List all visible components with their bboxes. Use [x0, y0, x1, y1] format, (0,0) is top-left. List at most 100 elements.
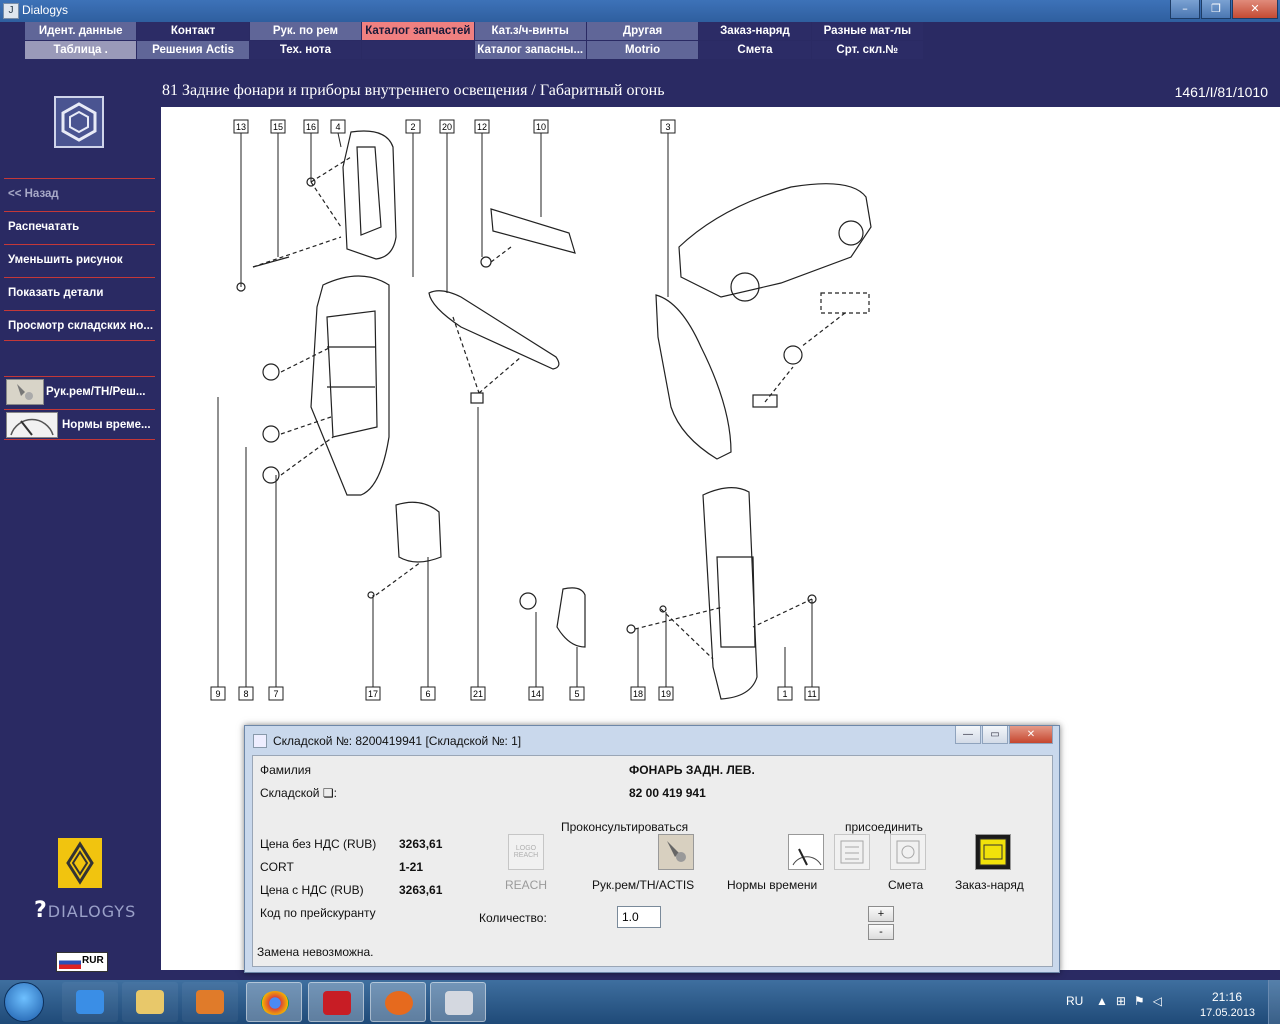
callout-label-10[interactable]: 10	[536, 122, 546, 132]
quantity-label: Количество:	[479, 911, 547, 925]
work-order-button[interactable]	[975, 834, 1011, 870]
menu-work-order[interactable]: Заказ-наряд	[699, 22, 811, 40]
taskbar-explorer[interactable]	[122, 982, 178, 1022]
estimate-label: Смета	[888, 878, 924, 892]
menu-other[interactable]: Другая	[586, 22, 699, 40]
estimate-button[interactable]	[890, 834, 926, 870]
attach-part-button[interactable]	[834, 834, 870, 870]
media-player-icon	[196, 990, 224, 1014]
price-gross-label: Цена с НДС (RUB)	[260, 883, 364, 897]
menu-repair-manual[interactable]: Рук. по рем	[249, 22, 362, 40]
taskbar-firefox[interactable]	[370, 982, 426, 1022]
callout-label-1[interactable]: 1	[782, 689, 787, 699]
taskbar-kaspersky[interactable]	[308, 982, 364, 1022]
callout-label-6[interactable]: 6	[425, 689, 430, 699]
sidebar: << Назад Распечатать Уменьшить рисунок П…	[0, 60, 160, 980]
taskbar-java[interactable]	[430, 982, 486, 1022]
quantity-minus-button[interactable]: -	[868, 924, 894, 940]
callout-label-14[interactable]: 14	[531, 689, 541, 699]
callout-label-9[interactable]: 9	[215, 689, 220, 699]
currency-flag[interactable]: RUR	[56, 952, 108, 972]
lamp-housing-small	[342, 130, 397, 260]
menu-estimate[interactable]: Смета	[699, 41, 811, 59]
menu-tech-note[interactable]: Тех. нота	[249, 41, 362, 59]
sidebar-show-details[interactable]: Показать детали	[4, 277, 155, 308]
attach-icon	[840, 840, 864, 864]
renault-logo	[58, 838, 102, 888]
repair-manual-tool-icon	[667, 841, 686, 862]
tray-icons[interactable]: ▲⊞⚑◁	[1096, 994, 1170, 1008]
close-button[interactable]: ✕	[1232, 0, 1278, 19]
taskbar-media[interactable]	[182, 982, 238, 1022]
renault-hex-logo	[54, 96, 104, 148]
callout-label-2[interactable]: 2	[410, 122, 415, 132]
sidebar-print[interactable]: Распечатать	[4, 211, 155, 242]
clock-time[interactable]: 21:16	[1212, 990, 1242, 1004]
callout-label-3[interactable]: 3	[665, 122, 670, 132]
part-number-value: 82 00 419 941	[629, 786, 706, 800]
chrome-icon	[261, 991, 289, 1015]
callout-label-21[interactable]: 21	[473, 689, 483, 699]
window-titlebar: J Dialogys – ❐ ✕	[0, 0, 1280, 22]
show-desktop-button[interactable]	[1268, 980, 1280, 1024]
menu-contact[interactable]: Контакт	[137, 22, 249, 40]
reach-button[interactable]: LOGO REACH	[508, 834, 544, 870]
dialog-maximize-button[interactable]: ▭	[982, 726, 1008, 744]
callout-label-16[interactable]: 16	[306, 122, 316, 132]
minimize-button[interactable]: –	[1170, 0, 1200, 19]
callout-label-4[interactable]: 4	[335, 122, 340, 132]
quantity-plus-button[interactable]: +	[868, 906, 894, 922]
menu-warehouse-no[interactable]: Срт. скл.№	[811, 41, 923, 59]
menu-actis-solutions[interactable]: Решения Actis	[137, 41, 249, 59]
cort-label: CORT	[260, 860, 294, 874]
dialog-minimize-button[interactable]: —	[955, 726, 981, 744]
maximize-button[interactable]: ❐	[1201, 0, 1231, 19]
app-icon: J	[3, 3, 19, 19]
sidebar-time-norms[interactable]: Нормы време...	[4, 409, 155, 440]
sidebar-repair-manual[interactable]: Рук.рем/TH/Реш...	[4, 376, 155, 407]
sidebar-zoom-out[interactable]: Уменьшить рисунок	[4, 244, 155, 275]
start-button[interactable]	[4, 982, 44, 1022]
sidebar-warehouse-numbers[interactable]: Просмотр складских но...	[4, 310, 155, 341]
time-norms-button[interactable]	[788, 834, 824, 870]
menu-ident-data[interactable]: Идент. данные	[25, 22, 137, 40]
menu-table[interactable]: Таблица .	[25, 41, 137, 59]
menu-spare-catalog[interactable]: Каталог запасны...	[474, 41, 586, 59]
clock-date[interactable]: 17.05.2013	[1200, 1007, 1255, 1019]
price-gross-value: 3263,61	[399, 883, 443, 897]
menu-screws-catalog[interactable]: Кат.з/ч-винты	[474, 22, 586, 40]
cort-value: 1-21	[399, 860, 424, 874]
callout-label-17[interactable]: 17	[368, 689, 378, 699]
callout-label-5[interactable]: 5	[574, 689, 579, 699]
repair-manual-button[interactable]	[658, 834, 694, 870]
language-indicator[interactable]: RU	[1066, 994, 1083, 1008]
sidebar-back[interactable]: << Назад	[4, 178, 155, 209]
taskbar-ie[interactable]	[62, 982, 118, 1022]
menu-parts-catalog[interactable]: Каталог запчастей	[362, 22, 474, 40]
consult-label: Проконсультироваться	[561, 820, 689, 834]
menu-motrio[interactable]: Motrio	[586, 41, 699, 59]
menu-empty	[362, 41, 474, 59]
menu-misc-materials[interactable]: Разные мат-лы	[811, 22, 923, 40]
java-cup-icon	[253, 734, 267, 748]
callout-label-7[interactable]: 7	[273, 689, 278, 699]
time-norms-label: Нормы времени	[727, 878, 818, 892]
attach-label: присоединить	[845, 820, 923, 834]
dialog-close-button[interactable]: ✕	[1009, 726, 1053, 744]
callout-label-13[interactable]: 13	[236, 122, 246, 132]
callout-label-20[interactable]: 20	[442, 122, 452, 132]
quantity-input[interactable]	[617, 906, 661, 928]
firefox-icon	[385, 991, 413, 1015]
russia-flag-icon	[59, 956, 81, 969]
callout-label-11[interactable]: 11	[807, 689, 816, 699]
price-net-label: Цена без НДС (RUB)	[260, 837, 377, 851]
callout-label-15[interactable]: 15	[273, 122, 283, 132]
taskbar-chrome[interactable]	[246, 982, 302, 1022]
callout-label-8[interactable]: 8	[243, 689, 248, 699]
callout-label-19[interactable]: 19	[661, 689, 671, 699]
dialogys-logo: ?DIALOGYS	[34, 898, 137, 923]
sidebar-repair-manual-label: Рук.рем/TH/Реш...	[46, 386, 146, 398]
callout-label-18[interactable]: 18	[633, 689, 643, 699]
dialog-body: Фамилия ФОНАРЬ ЗАДН. ЛЕВ. Складской ❏: 8…	[252, 755, 1053, 967]
callout-label-12[interactable]: 12	[477, 122, 487, 132]
